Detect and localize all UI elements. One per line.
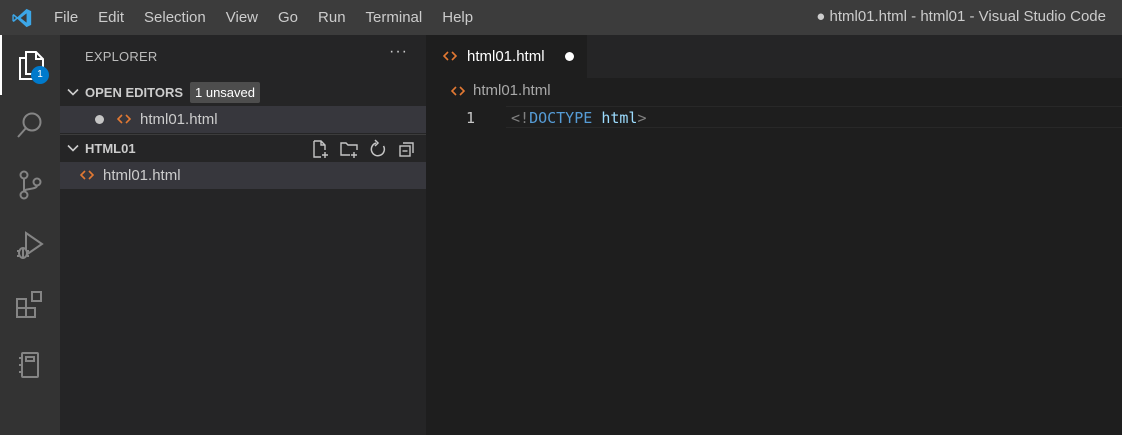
html-file-icon xyxy=(443,51,457,61)
code-token-doctype: DOCTYPE xyxy=(529,109,593,127)
folder-label: HTML01 xyxy=(85,141,136,156)
explorer-sidebar: EXPLORER ··· OPEN EDITORS 1 unsaved html… xyxy=(60,35,426,435)
extensions-icon[interactable] xyxy=(0,275,60,335)
source-control-icon[interactable] xyxy=(0,155,60,215)
line-number: 1 xyxy=(466,109,476,127)
menu-file[interactable]: File xyxy=(44,0,88,35)
new-file-icon[interactable] xyxy=(309,138,331,160)
explorer-icon[interactable]: 1 xyxy=(0,35,60,95)
refresh-icon[interactable] xyxy=(367,138,389,160)
open-editor-item[interactable]: html01.html xyxy=(60,106,426,133)
code-token-open: <! xyxy=(511,109,530,127)
open-editors-header[interactable]: OPEN EDITORS 1 unsaved xyxy=(60,79,426,106)
chevron-down-icon xyxy=(67,144,79,152)
title-bar: File Edit Selection View Go Run Terminal… xyxy=(0,0,1122,35)
unsaved-dot-icon[interactable] xyxy=(565,52,574,61)
search-icon[interactable] xyxy=(0,95,60,155)
editor-area: html01.html html01.html 1 <!DOCTYPE html… xyxy=(426,35,1122,435)
tab-bar: html01.html xyxy=(426,35,1122,78)
file-tree-label: html01.html xyxy=(103,167,181,184)
menu-help[interactable]: Help xyxy=(432,0,483,35)
html-file-icon xyxy=(80,170,94,180)
window-title: ● html01.html - html01 - Visual Studio C… xyxy=(816,8,1106,25)
menu-run[interactable]: Run xyxy=(308,0,356,35)
unsaved-badge: 1 unsaved xyxy=(190,82,260,103)
menu-terminal[interactable]: Terminal xyxy=(356,0,433,35)
menu-selection[interactable]: Selection xyxy=(134,0,216,35)
open-editors-label: OPEN EDITORS xyxy=(85,85,184,100)
menu-bar: File Edit Selection View Go Run Terminal… xyxy=(44,0,483,35)
vscode-logo-icon[interactable] xyxy=(0,0,44,35)
more-actions-icon[interactable]: ··· xyxy=(389,43,408,61)
menu-edit[interactable]: Edit xyxy=(88,0,134,35)
tab-html01[interactable]: html01.html xyxy=(426,35,587,78)
html-file-icon xyxy=(117,114,131,124)
new-folder-icon[interactable] xyxy=(338,138,360,160)
menu-go[interactable]: Go xyxy=(268,0,308,35)
code-line[interactable]: <!DOCTYPE html> xyxy=(511,107,646,129)
html-file-icon xyxy=(451,86,465,96)
file-tree-item[interactable]: html01.html xyxy=(60,162,426,189)
unsaved-dot-icon[interactable] xyxy=(95,115,104,124)
run-debug-icon[interactable] xyxy=(0,215,60,275)
collapse-all-icon[interactable] xyxy=(396,138,418,160)
code-token-html: html xyxy=(601,109,638,127)
explorer-badge: 1 xyxy=(31,66,49,84)
explorer-title: EXPLORER xyxy=(85,49,158,64)
breadcrumb-file[interactable]: html01.html xyxy=(473,82,551,99)
code-token-close: > xyxy=(637,109,647,127)
chevron-down-icon xyxy=(67,88,79,96)
tab-label: html01.html xyxy=(467,48,545,65)
breadcrumb: html01.html xyxy=(426,78,1122,104)
folder-actions xyxy=(309,138,418,160)
activity-bar: 1 xyxy=(0,35,60,435)
open-editor-label: html01.html xyxy=(140,111,218,128)
folder-header[interactable]: HTML01 xyxy=(60,134,426,162)
notebook-icon[interactable] xyxy=(0,335,60,395)
menu-view[interactable]: View xyxy=(216,0,268,35)
